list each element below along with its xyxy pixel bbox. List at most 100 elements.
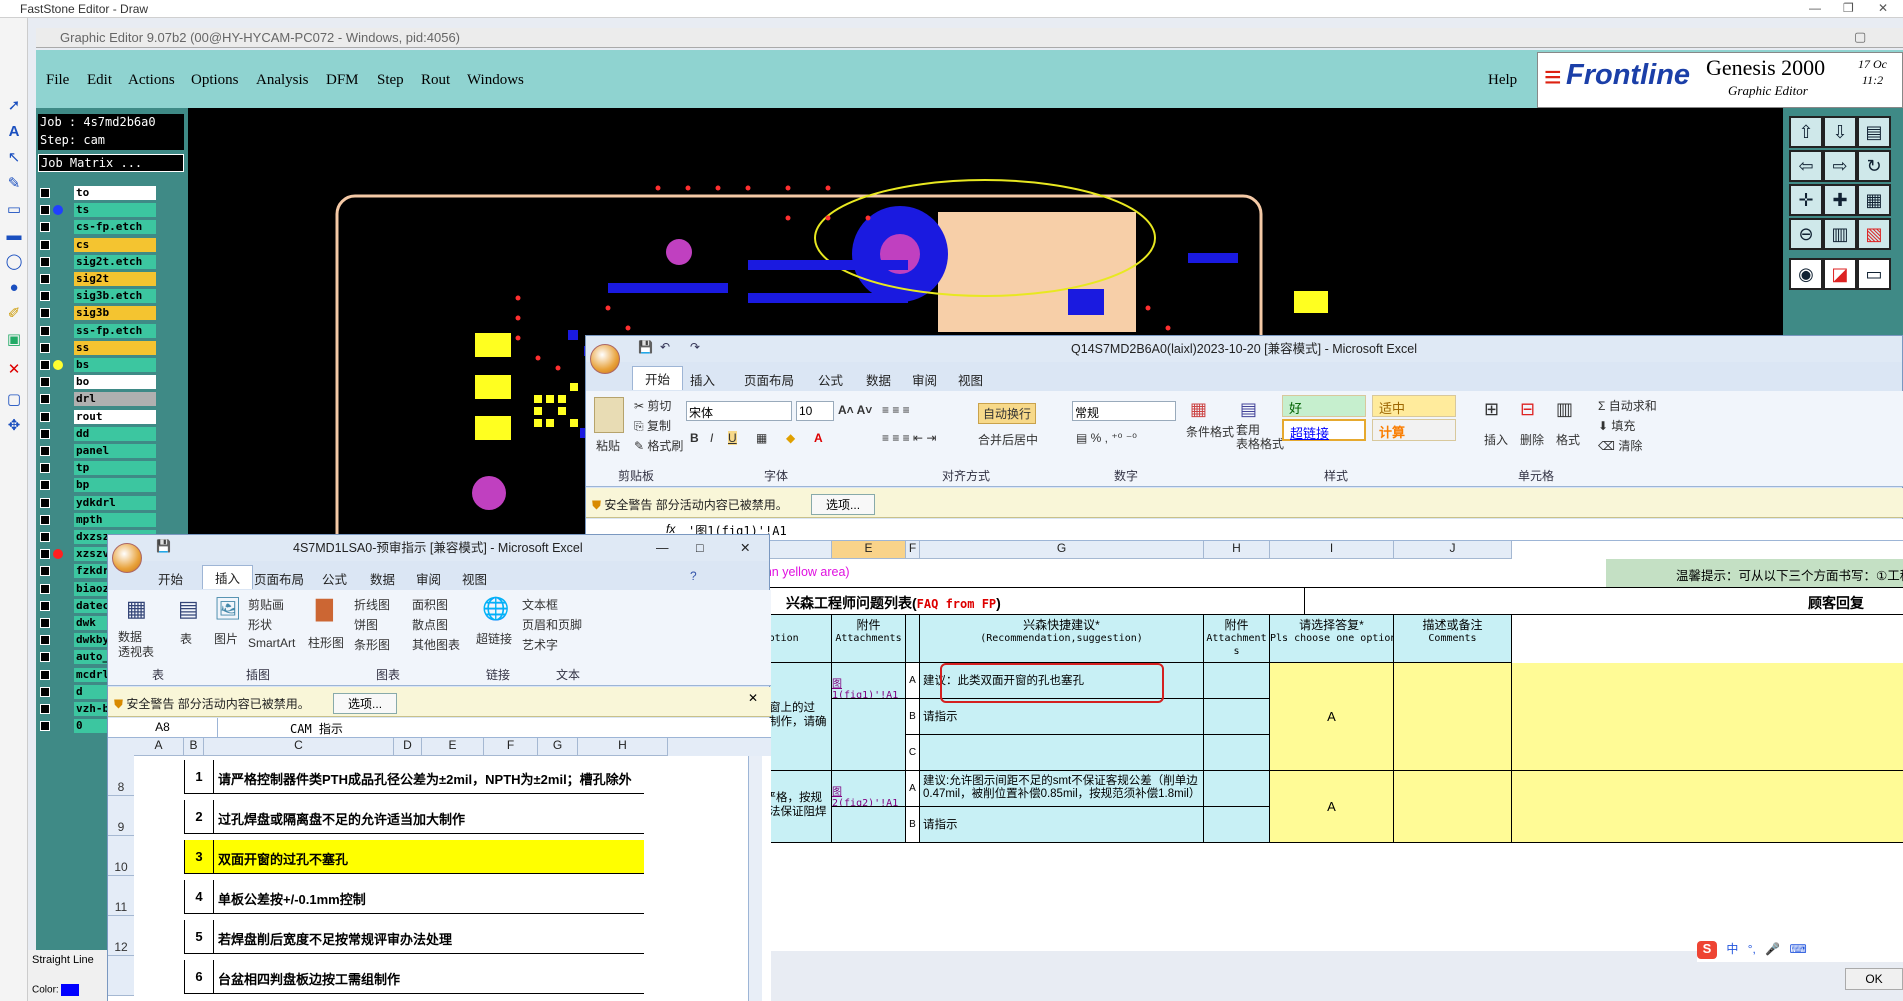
row-number[interactable]: 9 — [108, 796, 134, 836]
column-header[interactable]: C — [204, 738, 394, 756]
column-header[interactable]: E — [832, 541, 906, 559]
bar-chart-button[interactable]: 条形图 — [354, 636, 390, 653]
filled-rect-tool-icon[interactable]: ▬ — [4, 226, 24, 246]
layer-checkbox[interactable] — [40, 618, 50, 628]
layer-name[interactable]: mpth — [74, 512, 156, 527]
clear-button[interactable]: ⌫ 清除 — [1598, 437, 1642, 454]
redo-icon[interactable]: ↷ — [690, 340, 700, 354]
layer-checkbox[interactable] — [40, 256, 50, 267]
layer-checkbox[interactable] — [40, 549, 50, 560]
menu-windows[interactable]: Windows — [467, 72, 524, 89]
close-icon[interactable]: ✕ — [1878, 1, 1888, 15]
row-number[interactable]: 10 — [108, 836, 134, 876]
layer-name[interactable]: cs — [74, 237, 156, 252]
textbox-button[interactable]: 文本框 — [522, 596, 558, 613]
zoom-in-icon[interactable]: ⇩ — [1823, 116, 1857, 148]
column-header[interactable]: B — [184, 738, 204, 756]
shape-icon[interactable]: ◪ — [1823, 258, 1857, 290]
instruction-row[interactable]: 5 若焊盘削后宽度不足按常规评审办法处理 — [184, 920, 644, 954]
ribbon-tab[interactable]: 开始 — [632, 366, 684, 390]
undo-icon[interactable]: ↶ — [660, 340, 670, 354]
column-header[interactable]: F — [906, 541, 920, 559]
layer-icon[interactable]: ▧ — [1857, 218, 1891, 250]
delete-cells-icon[interactable]: ⊟ — [1520, 399, 1535, 420]
layer-checkbox[interactable] — [40, 583, 50, 594]
bold-button[interactable]: B — [690, 431, 699, 445]
extra-cell[interactable] — [1512, 771, 1903, 843]
row-number[interactable]: 8 — [108, 756, 134, 796]
menu-rout[interactable]: Rout — [421, 72, 450, 89]
conditional-format-icon[interactable]: ▦ — [1190, 399, 1207, 420]
italic-button[interactable]: I — [710, 431, 713, 445]
save-icon[interactable]: 💾 — [156, 539, 171, 553]
layer-name[interactable]: ss — [74, 340, 156, 355]
layer-row[interactable]: dd — [38, 426, 184, 441]
ribbon-tab[interactable]: 视图 — [462, 569, 487, 588]
menu-step[interactable]: Step — [377, 72, 404, 89]
layer-checkbox[interactable] — [40, 222, 50, 233]
paste-icon[interactable] — [594, 397, 624, 433]
layer-checkbox[interactable] — [40, 566, 50, 577]
column-header[interactable]: I — [1270, 541, 1394, 559]
restore-icon[interactable]: ❐ — [1843, 1, 1854, 15]
layer-row[interactable]: bs — [38, 358, 184, 372]
underline-button[interactable]: U — [728, 431, 737, 445]
conditional-format-button[interactable]: 条件格式 — [1186, 423, 1234, 440]
mic-icon[interactable]: 🎤 — [1765, 942, 1780, 956]
pivot-icon[interactable]: ▦ — [126, 596, 147, 622]
column-header[interactable]: G — [920, 541, 1204, 559]
layer-checkbox[interactable] — [40, 600, 50, 611]
layer-row[interactable]: panel — [38, 444, 184, 458]
ribbon-tab[interactable]: 插入 — [202, 565, 254, 589]
layer-name[interactable]: drl — [74, 392, 156, 407]
number-format-select[interactable]: 常规 — [1072, 401, 1176, 421]
screen-tool-icon[interactable]: ▢ — [4, 390, 24, 410]
ribbon-tab[interactable]: 视图 — [958, 370, 983, 389]
ribbon-tab[interactable]: 审阅 — [912, 370, 937, 389]
layer-name[interactable]: ydkdrl — [74, 495, 156, 510]
layer-checkbox[interactable] — [40, 652, 50, 663]
help-icon[interactable]: ? — [690, 569, 697, 583]
layer-row[interactable]: sig2t.etch — [38, 254, 184, 269]
office-button-icon[interactable] — [590, 344, 620, 374]
layer-checkbox[interactable] — [40, 514, 50, 525]
ribbon-tab[interactable]: 数据 — [866, 370, 891, 389]
layer-name[interactable]: sig2t — [74, 272, 156, 286]
scatter-chart-button[interactable]: 散点图 — [412, 616, 448, 633]
pan-right-icon[interactable]: ⇨ — [1823, 150, 1857, 182]
layer-name[interactable]: sig3b.etch — [74, 289, 156, 304]
delete-tool-icon[interactable]: ✕ — [4, 360, 24, 380]
instruction-row[interactable]: 2 过孔焊盘或隔离盘不足的允许适当加大制作 — [184, 800, 644, 834]
extra-cell[interactable] — [1512, 663, 1903, 771]
layer-row[interactable]: to — [38, 186, 184, 200]
align-top-icon[interactable]: ≡ ≡ ≡ — [882, 403, 910, 417]
snap-icon[interactable]: ▤ — [1857, 116, 1891, 148]
small-sheet[interactable]: ABCDEFGH 8 1 请严格控制器件类PTH成品孔径公差为±2mil，NPTH为… — [108, 738, 771, 1001]
name-box[interactable]: A8 — [108, 718, 218, 737]
column-chart-button[interactable]: 柱形图 — [308, 634, 344, 651]
vertical-scrollbar[interactable] — [748, 756, 762, 1001]
font-color-icon[interactable]: A — [814, 431, 823, 445]
column-header[interactable]: H — [1204, 541, 1270, 559]
instruction-row[interactable]: 6 台盆相四判盘板边按工需组制作 — [184, 960, 644, 994]
layer-checkbox[interactable] — [40, 274, 50, 284]
menu-help[interactable]: Help — [1488, 72, 1517, 89]
clipart-button[interactable]: 剪贴画 — [248, 596, 284, 613]
hyperlink-icon[interactable]: 🌐 — [482, 596, 509, 622]
layer-row[interactable]: ts — [38, 203, 184, 218]
layer-row[interactable]: sig3b.etch — [38, 289, 184, 304]
row-number[interactable] — [108, 956, 134, 996]
paste-button[interactable]: 粘贴 — [596, 437, 620, 454]
layer-checkbox[interactable] — [40, 721, 50, 732]
layer-row[interactable]: bo — [38, 375, 184, 390]
cut-button[interactable]: ✂ 剪切 — [634, 397, 671, 414]
layer-checkbox[interactable] — [40, 532, 50, 542]
menu-actions[interactable]: Actions — [128, 72, 175, 89]
office-button-icon[interactable] — [112, 543, 142, 573]
comments-cell[interactable] — [1394, 771, 1512, 843]
wordart-button[interactable]: 艺术字 — [522, 636, 558, 653]
layer-row[interactable]: ss — [38, 340, 184, 355]
layer-row[interactable]: rout — [38, 409, 184, 424]
ribbon-tab[interactable]: 开始 — [158, 569, 183, 588]
grid-icon[interactable]: ▦ — [1857, 184, 1891, 216]
